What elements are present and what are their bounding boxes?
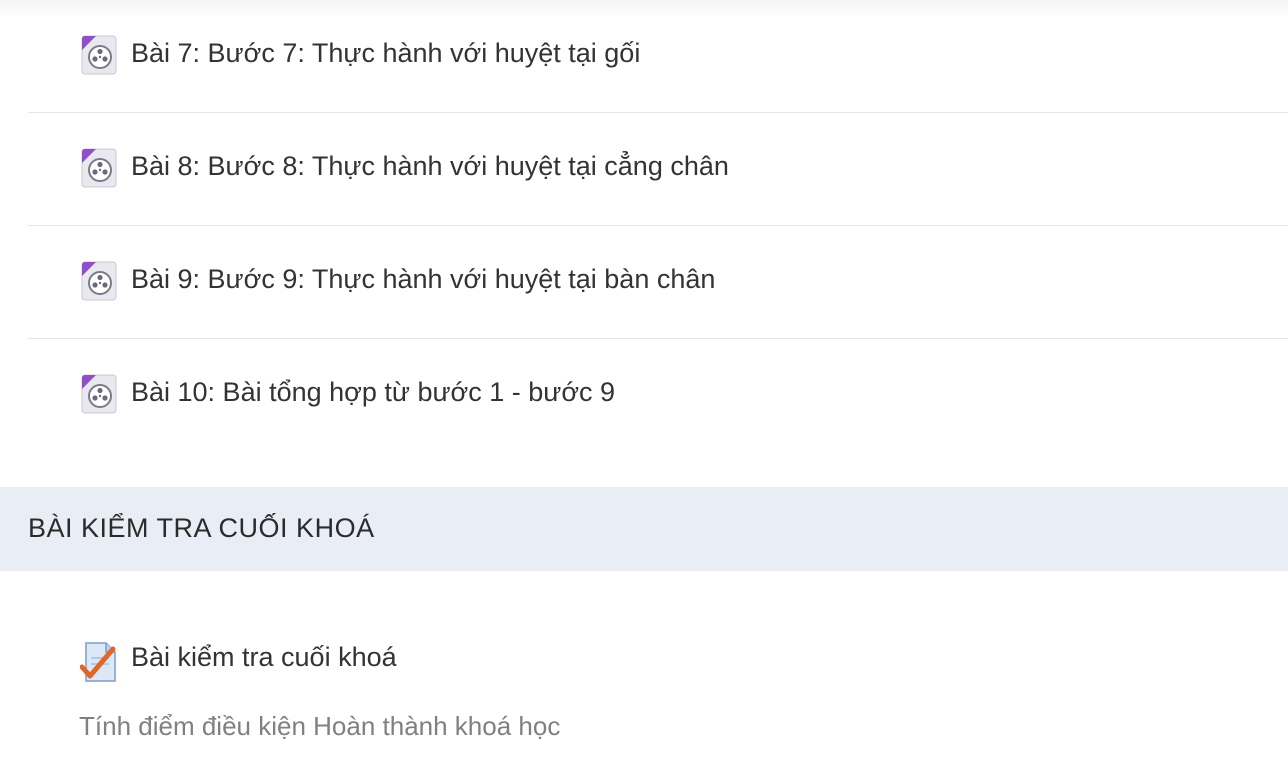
lesson-title[interactable]: Bài 9: Bước 9: Thực hành với huyệt tại b… bbox=[131, 262, 715, 296]
section-header: BÀI KIỂM TRA CUỐI KHOÁ bbox=[0, 487, 1288, 571]
quiz-title[interactable]: Bài kiểm tra cuối khoá bbox=[131, 640, 397, 674]
quiz-checkmark-icon bbox=[80, 642, 116, 682]
lesson-item[interactable]: Bài 9: Bước 9: Thực hành với huyệt tại b… bbox=[28, 226, 1288, 339]
lesson-item[interactable]: Bài 8: Bước 8: Thực hành với huyệt tại c… bbox=[28, 113, 1288, 226]
section-title: BÀI KIỂM TRA CUỐI KHOÁ bbox=[28, 513, 375, 543]
video-file-icon bbox=[81, 261, 117, 301]
course-content-page: Bài 7: Bước 7: Thực hành với huyệt tại g… bbox=[0, 0, 1288, 782]
lesson-item[interactable]: Bài 10: Bài tổng hợp từ bước 1 - bước 9 bbox=[28, 339, 1288, 452]
lesson-list: Bài 7: Bước 7: Thực hành với huyệt tại g… bbox=[28, 0, 1288, 452]
lesson-title[interactable]: Bài 8: Bước 8: Thực hành với huyệt tại c… bbox=[131, 149, 729, 183]
lesson-title[interactable]: Bài 10: Bài tổng hợp từ bước 1 - bước 9 bbox=[131, 375, 615, 409]
lesson-item[interactable]: Bài 7: Bước 7: Thực hành với huyệt tại g… bbox=[28, 0, 1288, 113]
lesson-title[interactable]: Bài 7: Bước 7: Thực hành với huyệt tại g… bbox=[131, 36, 640, 70]
quiz-item[interactable]: Bài kiểm tra cuối khoá bbox=[80, 636, 780, 684]
video-file-icon bbox=[81, 35, 117, 75]
video-file-icon bbox=[81, 148, 117, 188]
quiz-description: Tính điểm điều kiện Hoàn thành khoá học bbox=[79, 711, 561, 741]
video-file-icon bbox=[81, 374, 117, 414]
